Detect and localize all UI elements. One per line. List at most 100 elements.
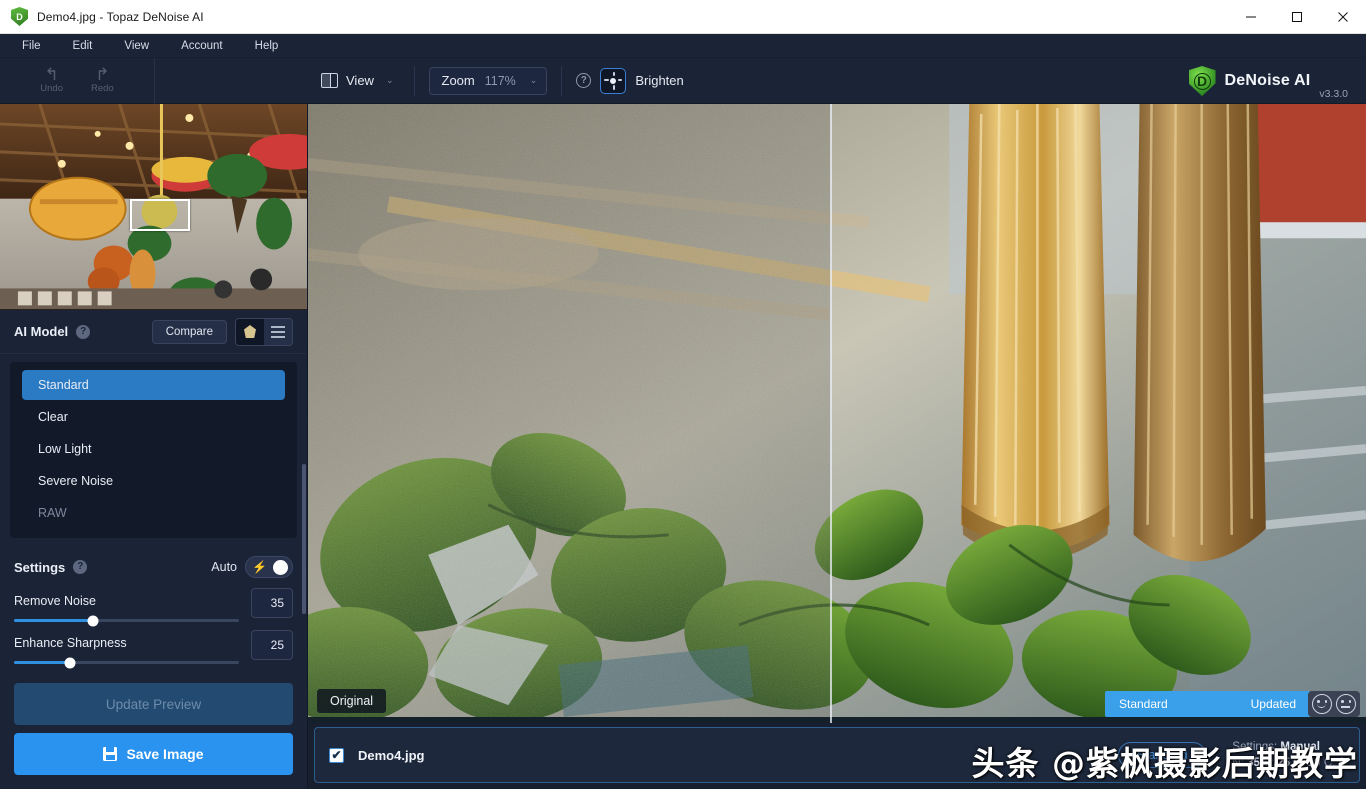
main-preview-image <box>308 104 1366 718</box>
menu-item-view[interactable]: View <box>112 37 161 55</box>
param-r-key: R: <box>1293 757 1305 769</box>
ai-model-help-icon[interactable]: ? <box>76 324 91 339</box>
close-button[interactable] <box>1320 0 1366 33</box>
neutral-face-icon[interactable] <box>1336 694 1356 714</box>
left-panel-scrollbar[interactable] <box>302 464 306 614</box>
remove-noise-track[interactable] <box>14 615 239 626</box>
enhance-sharpness-label: Enhance Sharpness <box>14 636 127 650</box>
filmstrip: ✔ Demo4.jpg Standard Settings: Manual N:… <box>308 723 1366 789</box>
list-icon <box>271 325 285 338</box>
param-r-value: 10 <box>1307 757 1321 769</box>
brand-version: v3.3.0 <box>1319 88 1348 100</box>
slider-enhance-sharpness: Enhance Sharpness 25 <box>14 630 293 668</box>
menu-item-account[interactable]: Account <box>169 37 235 55</box>
preview-status-state: Updated <box>1250 697 1296 711</box>
slider-remove-noise: Remove Noise 35 <box>14 588 293 626</box>
settings-prefix: Settings: <box>1232 741 1278 753</box>
remove-noise-knob[interactable] <box>87 615 99 626</box>
toggle-knob <box>273 559 288 575</box>
redo-label: Redo <box>91 83 114 94</box>
view-button[interactable]: View ⌄ <box>315 69 400 92</box>
update-preview-button[interactable]: Update Preview <box>14 683 293 725</box>
settings-title: Settings <box>14 559 66 575</box>
single-view-toggle-button[interactable] <box>236 318 264 345</box>
remove-noise-value[interactable]: 35 <box>251 588 293 618</box>
toolbar: ↰ Undo ↱ Redo View ⌄ Zoom 117% ⌄ ? Brigh… <box>0 57 1366 104</box>
save-image-label: Save Image <box>126 746 204 762</box>
model-item-standard[interactable]: Standard <box>22 370 285 400</box>
undo-redo-group: ↰ Undo ↱ Redo <box>0 57 155 104</box>
image-canvas[interactable]: Original Standard Updated <box>308 104 1366 723</box>
model-item-low-light[interactable]: Low Light <box>22 434 285 464</box>
param-n-value: 35 <box>1247 757 1260 769</box>
preview-status-bar: Standard Updated <box>1105 691 1310 717</box>
menu-item-file[interactable]: File <box>10 37 53 55</box>
ai-model-list: Standard Clear Low Light Severe Noise RA… <box>10 362 297 538</box>
model-item-severe-noise[interactable]: Severe Noise <box>22 466 285 496</box>
application-window: D Demo4.jpg - Topaz DeNoise AI File Edit… <box>0 0 1366 789</box>
model-pill[interactable]: Standard <box>1117 742 1207 768</box>
menu-item-edit[interactable]: Edit <box>61 37 105 55</box>
param-n-key: N: <box>1232 757 1244 769</box>
redo-button[interactable]: ↱ Redo <box>91 65 114 94</box>
redo-arrow-icon: ↱ <box>95 65 110 84</box>
right-area: Original Standard Updated ✔ Demo4.jpg St… <box>308 104 1366 789</box>
zoom-control[interactable]: Zoom 117% ⌄ <box>428 66 548 95</box>
file-checkbox[interactable]: ✔ <box>329 747 344 763</box>
app-shield-icon: D <box>11 7 28 26</box>
minimize-button[interactable] <box>1228 0 1274 33</box>
brightness-icon[interactable] <box>600 67 627 94</box>
brighten-label: Brighten <box>635 73 684 88</box>
zoom-chevron-down-icon[interactable]: ⌄ <box>530 75 538 86</box>
enhance-sharpness-value[interactable]: 25 <box>251 630 293 660</box>
menu-item-help[interactable]: Help <box>243 37 291 55</box>
compare-button[interactable]: Compare <box>151 319 227 344</box>
ai-model-title: AI Model <box>14 324 69 339</box>
settings-sliders: Remove Noise 35 Enhance Sharpness 25 <box>0 588 307 678</box>
filmstrip-row[interactable]: ✔ Demo4.jpg Standard Settings: Manual N:… <box>314 727 1360 783</box>
denoise-shield-icon: D <box>1188 66 1216 96</box>
auto-toggle[interactable]: ⚡ <box>245 556 293 578</box>
auto-label: Auto <box>211 560 237 574</box>
view-mode-group[interactable]: View ⌄ <box>315 58 400 104</box>
split-divider[interactable] <box>830 104 832 723</box>
settings-mode: Manual <box>1280 741 1320 753</box>
original-badge: Original <box>317 689 387 713</box>
lightning-bolt-icon: ⚡ <box>252 560 267 574</box>
model-item-raw: RAW <box>38 506 67 520</box>
undo-arrow-icon: ↰ <box>44 65 59 84</box>
view-toggle-group <box>235 317 293 346</box>
left-panel-actions: Update Preview Save Image <box>0 683 307 789</box>
ai-model-header: AI Model ? Compare <box>0 310 307 354</box>
navigator-viewport-rect[interactable] <box>130 199 190 231</box>
chevron-down-icon[interactable]: ⌄ <box>386 75 394 86</box>
help-icon[interactable]: ? <box>576 73 592 88</box>
enhance-sharpness-knob[interactable] <box>64 657 76 668</box>
list-view-toggle-button[interactable] <box>264 318 292 345</box>
window-title: Demo4.jpg - Topaz DeNoise AI <box>37 9 204 24</box>
model-item-clear[interactable]: Clear <box>22 402 285 432</box>
maximize-button[interactable] <box>1274 0 1320 33</box>
title-bar: D Demo4.jpg - Topaz DeNoise AI <box>0 0 1366 34</box>
undo-button[interactable]: ↰ Undo <box>40 65 63 94</box>
param-c-value: 0 <box>1338 757 1345 769</box>
left-panel: AI Model ? Compare Standard Clear Low Li… <box>0 104 308 789</box>
split-view-icon <box>321 73 338 88</box>
brand-logo: D DeNoise AI v3.3.0 <box>1188 58 1348 104</box>
brand-name: DeNoise AI <box>1224 72 1311 89</box>
navigator-thumbnail[interactable] <box>0 104 307 310</box>
settings-header: Settings ? Auto ⚡ <box>0 546 307 588</box>
zoom-label: Zoom <box>441 73 475 88</box>
save-image-button[interactable]: Save Image <box>14 733 293 775</box>
feedback-group <box>1308 691 1360 717</box>
happy-face-icon[interactable] <box>1312 694 1332 714</box>
brighten-group[interactable]: ? Brighten <box>576 67 684 94</box>
menu-bar: File Edit View Account Help <box>0 34 1366 58</box>
settings-help-icon[interactable]: ? <box>73 560 88 574</box>
param-c-key: C: <box>1323 757 1336 769</box>
toolbar-divider-1 <box>413 65 415 96</box>
enhance-sharpness-track[interactable] <box>14 657 239 668</box>
settings-meta: Settings: Manual N: 35 S: 25 R: 10 C: 0 <box>1232 739 1345 771</box>
param-s-key: S: <box>1263 757 1274 769</box>
zoom-value: 117% <box>484 73 516 88</box>
